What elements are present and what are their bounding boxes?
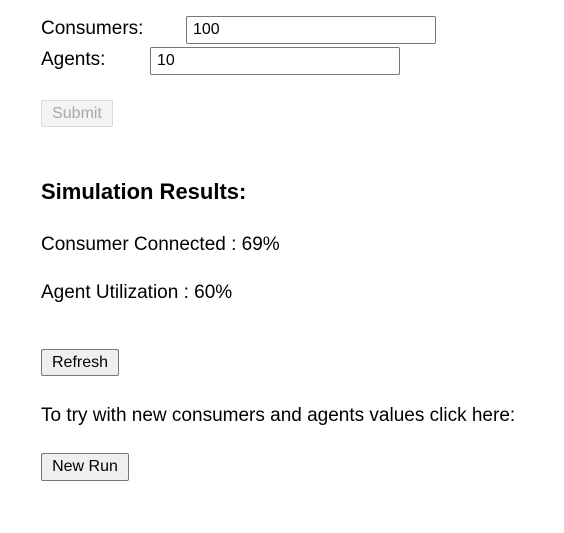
agents-input[interactable]: [150, 47, 400, 75]
refresh-button[interactable]: Refresh: [41, 349, 119, 376]
new-run-prompt: To try with new consumers and agents val…: [41, 405, 516, 426]
consumer-connected-text: Consumer Connected : 69%: [41, 234, 280, 255]
consumers-input[interactable]: [186, 16, 436, 44]
new-run-button[interactable]: New Run: [41, 453, 129, 481]
consumers-label: Consumers:: [41, 18, 144, 39]
submit-button[interactable]: Submit: [41, 100, 113, 127]
agents-label: Agents:: [41, 49, 106, 70]
agent-utilization-text: Agent Utilization : 60%: [41, 282, 233, 303]
results-heading: Simulation Results:: [41, 179, 247, 204]
